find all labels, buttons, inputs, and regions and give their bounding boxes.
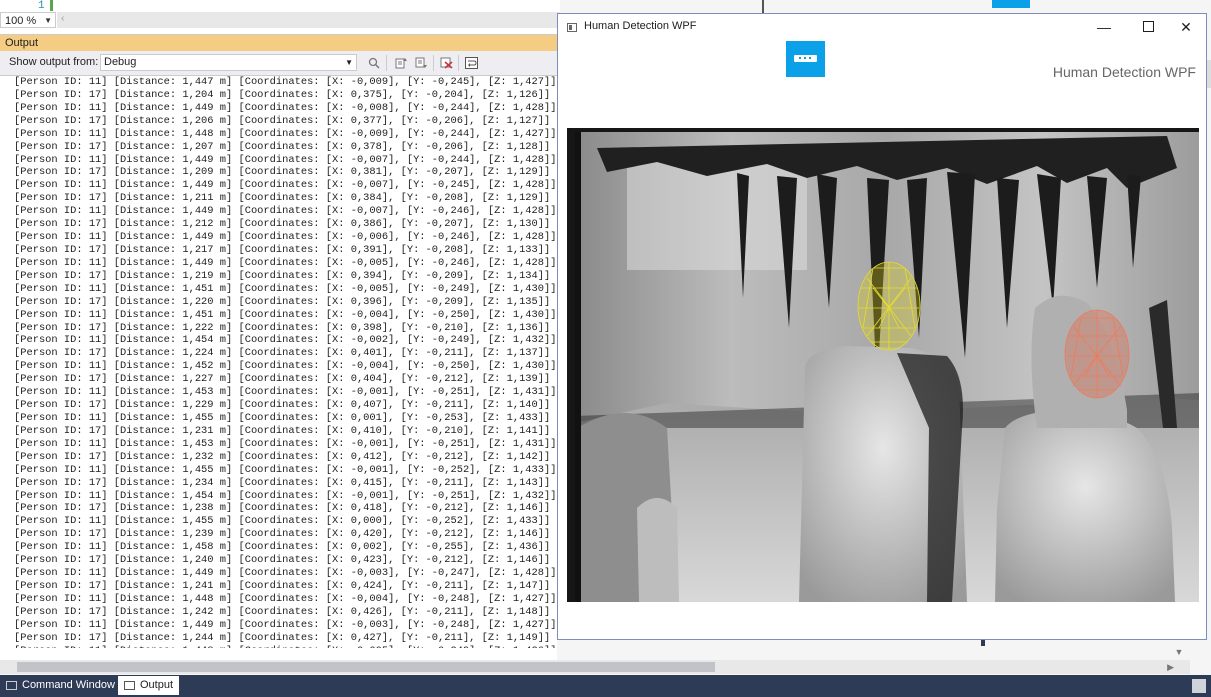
log-line: [Person ID: 11] [Distance: 1,454 m] [Coo… [14,489,557,502]
dropdown-arrow-icon: ▼ [345,58,353,67]
log-line: [Person ID: 11] [Distance: 1,455 m] [Coo… [14,463,557,476]
window-titlebar[interactable]: Human Detection WPF — ✕ [558,14,1206,41]
background-blue-fragment [992,0,1030,8]
scroll-right-arrow-icon[interactable]: ▶ [1167,660,1174,674]
log-line: [Person ID: 17] [Distance: 1,220 m] [Coo… [14,295,551,308]
log-line: [Person ID: 11] [Distance: 1,448 m] [Coo… [0,645,557,648]
output-panel-title[interactable]: Output [0,35,557,51]
log-line: [Person ID: 17] [Distance: 1,217 m] [Coo… [14,243,551,256]
show-output-label: Show output from: [9,56,99,68]
change-indicator [50,0,53,11]
log-line: [Person ID: 11] [Distance: 1,449 m] [Coo… [14,179,557,192]
log-line: [Person ID: 17] [Distance: 1,227 m] [Coo… [14,373,551,386]
output-horizontal-scrollbar[interactable]: ▶ [0,660,1190,674]
status-indicator [1192,679,1206,693]
output-panel: Output Show output from: Debug ▼ [Person… [0,35,557,663]
output-source-select[interactable]: Debug ▼ [100,54,357,71]
previous-message-icon[interactable] [393,55,409,71]
log-line: [Person ID: 11] [Distance: 1,448 m] [Coo… [14,592,557,605]
close-icon[interactable]: ✕ [1168,17,1204,37]
log-line: [Person ID: 11] [Distance: 1,453 m] [Coo… [14,437,557,450]
log-line: [Person ID: 17] [Distance: 1,232 m] [Coo… [14,450,551,463]
log-line: [Person ID: 11] [Distance: 1,455 m] [Coo… [14,411,551,424]
tab-output[interactable]: Output [118,676,180,695]
depth-camera-view [567,128,1199,602]
log-line: [Person ID: 17] [Distance: 1,224 m] [Coo… [14,347,551,360]
log-line: [Person ID: 11] [Distance: 1,453 m] [Coo… [14,386,557,399]
log-line: [Person ID: 11] [Distance: 1,449 m] [Coo… [14,101,557,114]
log-line: [Person ID: 17] [Distance: 1,206 m] [Coo… [14,114,551,127]
log-line: [Person ID: 11] [Distance: 1,449 m] [Coo… [14,231,557,244]
log-line: [Person ID: 17] [Distance: 1,207 m] [Coo… [14,140,551,153]
tab-command-window[interactable]: Command Window [0,676,121,695]
line-number: 1 [38,0,45,12]
kinect-logo-icon [786,41,825,77]
log-line: [Person ID: 11] [Distance: 1,455 m] [Coo… [14,515,551,528]
command-window-icon [6,681,17,690]
log-line: [Person ID: 17] [Distance: 1,244 m] [Coo… [14,631,551,644]
log-line: [Person ID: 17] [Distance: 1,219 m] [Coo… [14,269,551,282]
log-line: [Person ID: 17] [Distance: 1,204 m] [Coo… [14,88,551,101]
log-line: [Person ID: 17] [Distance: 1,242 m] [Coo… [14,605,551,618]
log-line: [Person ID: 17] [Distance: 1,241 m] [Coo… [14,579,551,592]
maximize-icon[interactable] [1130,17,1166,37]
log-line: [Person ID: 17] [Distance: 1,238 m] [Coo… [14,502,551,515]
tab-output-label: Output [140,679,174,691]
log-line: [Person ID: 11] [Distance: 1,449 m] [Coo… [14,567,557,580]
output-toolbar: Show output from: Debug ▼ [0,51,557,76]
find-in-output-icon[interactable] [366,55,382,71]
word-wrap-icon[interactable] [463,55,479,71]
log-line: [Person ID: 17] [Distance: 1,234 m] [Coo… [14,476,551,489]
app-window-icon [567,23,577,32]
toolbar-separator [433,55,434,71]
log-line: [Person ID: 11] [Distance: 1,452 m] [Coo… [14,360,557,373]
app-header-title: Human Detection WPF [1052,64,1196,80]
log-line: [Person ID: 17] [Distance: 1,211 m] [Coo… [14,192,551,205]
tab-command-window-label: Command Window [22,679,115,691]
log-line: [Person ID: 11] [Distance: 1,449 m] [Coo… [14,618,557,631]
window-title: Human Detection WPF [584,20,697,32]
human-detection-window[interactable]: Human Detection WPF — ✕ Human Detection … [557,13,1207,640]
scroll-down-arrow-icon[interactable]: ▼ [1172,645,1186,659]
zoom-value: 100 % [5,15,37,27]
background-marker [762,0,764,14]
zoom-dropdown[interactable]: 100 % ▼ [0,12,56,28]
log-line: [Person ID: 17] [Distance: 1,212 m] [Coo… [14,218,551,231]
next-message-icon[interactable] [413,55,429,71]
toolbar-separator [458,55,459,71]
log-line: [Person ID: 11] [Distance: 1,454 m] [Coo… [14,334,557,347]
scroll-left-arrow-icon[interactable]: ‹ [61,13,64,24]
face-mesh-person-11 [857,261,921,351]
log-line: [Person ID: 11] [Distance: 1,451 m] [Coo… [14,308,557,321]
log-line: [Person ID: 11] [Distance: 1,449 m] [Coo… [14,205,557,218]
log-line: [Person ID: 11] [Distance: 1,458 m] [Coo… [14,541,551,554]
log-line: [Person ID: 17] [Distance: 1,239 m] [Coo… [14,528,551,541]
editor-horizontal-scrollbar[interactable]: ‹ [57,12,560,28]
background-dark-fragment [981,640,985,646]
output-log[interactable]: [Person ID: 11] [Distance: 1,447 m] [Coo… [0,76,557,648]
dropdown-arrow-icon: ▼ [44,16,52,25]
output-tab-icon [124,681,135,690]
log-line: [Person ID: 11] [Distance: 1,448 m] [Coo… [14,127,557,140]
toolbar-separator [386,55,387,71]
log-line: [Person ID: 17] [Distance: 1,229 m] [Coo… [14,399,551,412]
log-line: [Person ID: 17] [Distance: 1,231 m] [Coo… [14,424,551,437]
tool-window-tab-strip: Command Window Output [0,675,1211,697]
code-editor-strip[interactable]: 1 100 % ▼ ‹ [0,0,560,35]
log-line: [Person ID: 11] [Distance: 1,447 m] [Coo… [14,76,557,88]
log-line: [Person ID: 11] [Distance: 1,449 m] [Coo… [14,256,557,269]
output-source-value: Debug [104,56,137,68]
log-line: [Person ID: 17] [Distance: 1,222 m] [Coo… [14,321,551,334]
scrollbar-thumb[interactable] [17,662,715,672]
clear-all-icon[interactable] [438,55,454,71]
log-line: [Person ID: 17] [Distance: 1,240 m] [Coo… [14,554,551,567]
log-line: [Person ID: 17] [Distance: 1,209 m] [Coo… [14,166,551,179]
log-line: [Person ID: 11] [Distance: 1,449 m] [Coo… [14,153,557,166]
face-mesh-person-17 [1064,309,1130,399]
log-line: [Person ID: 11] [Distance: 1,451 m] [Coo… [14,282,557,295]
minimize-icon[interactable]: — [1086,17,1122,37]
